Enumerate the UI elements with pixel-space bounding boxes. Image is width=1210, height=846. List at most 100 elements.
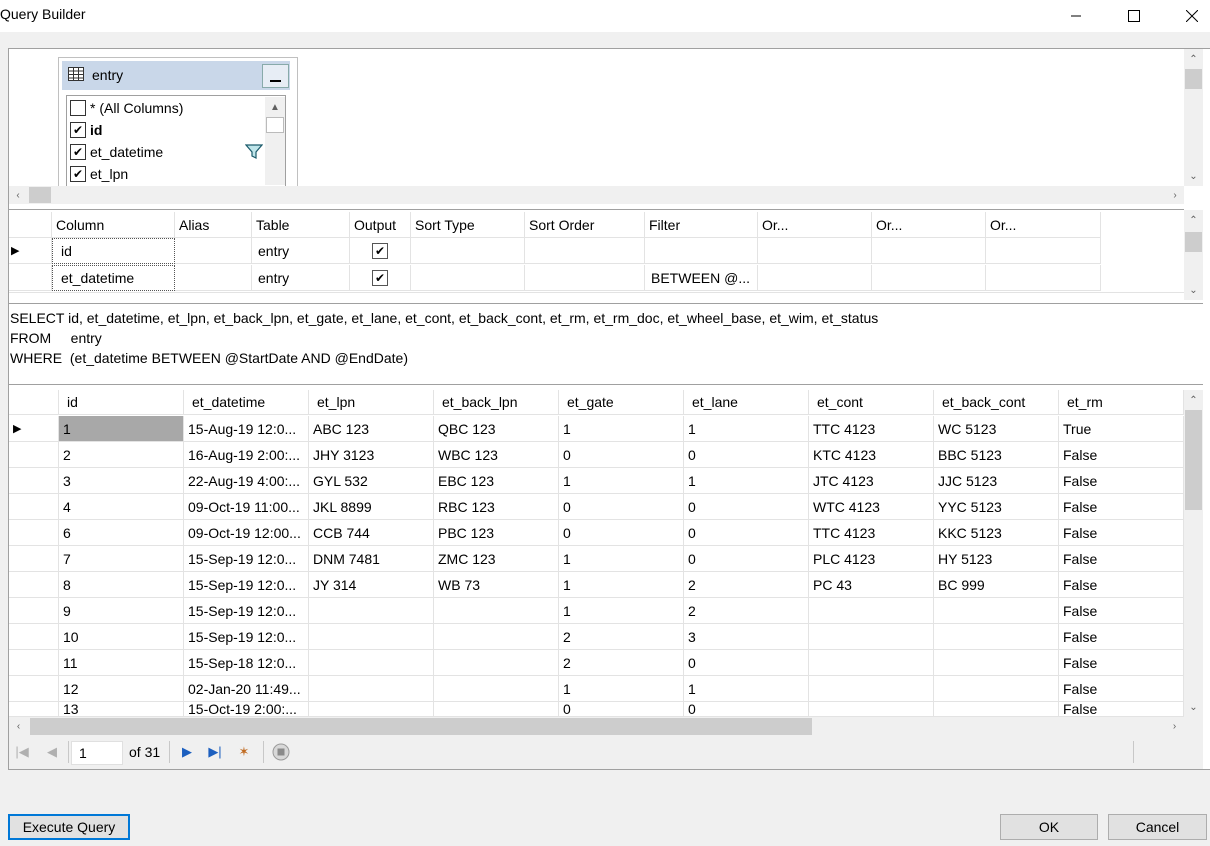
result-cell[interactable]: 2 [559,650,684,676]
results-column-header[interactable]: et_gate [559,390,684,415]
result-cell[interactable]: 15-Sep-19 12:0... [184,598,309,624]
cancel-button[interactable]: Cancel [1108,814,1207,840]
scroll-right-icon[interactable]: › [1166,186,1184,204]
results-row-selector[interactable] [9,468,59,494]
results-horizontal-scrollbar[interactable]: ‹ › [9,717,1203,736]
result-cell[interactable] [309,624,434,650]
result-cell[interactable]: False [1059,572,1184,598]
result-cell[interactable]: 0 [684,546,809,572]
scroll-left-icon[interactable]: ‹ [9,186,27,204]
results-vertical-scrollbar[interactable]: ⌃ ⌄ [1184,390,1203,717]
criteria-cell[interactable] [758,265,872,291]
diagram-horizontal-scrollbar[interactable]: ‹ › [9,186,1184,204]
result-cell[interactable]: 2 [684,598,809,624]
criteria-column-header[interactable]: Or... [758,212,872,238]
result-cell[interactable]: WBC 123 [434,442,559,468]
result-cell[interactable]: 6 [59,520,184,546]
results-column-header[interactable]: et_rm [1059,390,1184,415]
result-cell[interactable]: 2 [59,442,184,468]
scroll-down-icon[interactable]: ⌄ [1184,166,1203,186]
result-cell[interactable]: 0 [559,442,684,468]
criteria-cell[interactable] [175,265,252,291]
result-cell[interactable]: JKL 8899 [309,494,434,520]
result-cell[interactable]: 1 [559,598,684,624]
result-cell[interactable]: 1 [684,468,809,494]
result-cell[interactable] [809,702,934,717]
column-checkbox[interactable] [70,100,86,116]
result-cell[interactable]: ABC 123 [309,416,434,442]
scroll-thumb[interactable] [29,187,51,203]
criteria-column-header[interactable]: Alias [175,212,252,238]
result-cell[interactable]: PC 43 [809,572,934,598]
scroll-up-icon[interactable]: ▲ [265,97,285,117]
result-cell[interactable]: 2 [559,624,684,650]
criteria-cell[interactable] [411,238,525,264]
result-cell[interactable]: 11 [59,650,184,676]
result-cell[interactable] [934,650,1059,676]
result-cell[interactable]: KTC 4123 [809,442,934,468]
result-cell[interactable]: 1 [559,416,684,442]
result-cell[interactable] [934,624,1059,650]
column-checkbox[interactable]: ✔ [70,122,86,138]
result-cell[interactable]: 13 [59,702,184,717]
diagram-vertical-scrollbar[interactable]: ⌃ ⌄ [1184,49,1203,186]
result-cell[interactable]: 0 [559,494,684,520]
criteria-column-header[interactable]: Or... [986,212,1101,238]
result-cell[interactable]: 0 [684,702,809,717]
result-cell[interactable] [434,598,559,624]
result-cell[interactable]: False [1059,468,1184,494]
results-column-header[interactable]: id [59,390,184,415]
result-cell[interactable]: 15-Oct-19 2:00:... [184,702,309,717]
result-cell[interactable]: PBC 123 [434,520,559,546]
result-cell[interactable]: JHY 3123 [309,442,434,468]
results-column-header[interactable]: et_datetime [184,390,309,415]
result-cell[interactable]: 10 [59,624,184,650]
result-cell[interactable]: False [1059,624,1184,650]
column-list-item[interactable]: * (All Columns) [70,97,183,119]
criteria-cell[interactable] [411,265,525,291]
result-cell[interactable]: YYC 5123 [934,494,1059,520]
criteria-cell[interactable]: entry [252,265,350,291]
results-column-header[interactable]: et_lane [684,390,809,415]
result-cell[interactable]: 0 [684,494,809,520]
column-list-item[interactable]: ✔ et_datetime [70,141,163,163]
result-cell[interactable]: False [1059,650,1184,676]
result-cell[interactable]: 1 [59,416,184,442]
scroll-thumb[interactable] [266,117,284,133]
result-cell[interactable]: 7 [59,546,184,572]
results-row-selector[interactable] [9,546,59,572]
result-cell[interactable]: False [1059,676,1184,702]
result-cell[interactable]: 4 [59,494,184,520]
criteria-cell[interactable] [758,238,872,264]
result-cell[interactable]: WB 73 [434,572,559,598]
criteria-cell[interactable] [525,238,645,264]
result-cell[interactable]: 3 [59,468,184,494]
result-cell[interactable]: QBC 123 [434,416,559,442]
scroll-left-icon[interactable]: ‹ [9,717,28,736]
result-cell[interactable] [434,650,559,676]
new-record-button[interactable]: ✶ [234,742,254,762]
results-row-selector[interactable] [9,520,59,546]
result-cell[interactable]: KKC 5123 [934,520,1059,546]
result-cell[interactable]: 1 [559,572,684,598]
result-cell[interactable]: False [1059,546,1184,572]
criteria-column-header[interactable]: Column [52,212,175,238]
scroll-down-icon[interactable]: ⌄ [1184,280,1203,300]
result-cell[interactable]: BBC 5123 [934,442,1059,468]
result-cell[interactable] [434,676,559,702]
result-cell[interactable]: JJC 5123 [934,468,1059,494]
result-cell[interactable]: 02-Jan-20 11:49... [184,676,309,702]
results-row-selector[interactable] [9,494,59,520]
scroll-thumb[interactable] [30,718,812,735]
scroll-thumb[interactable] [1185,410,1202,510]
result-cell[interactable]: 8 [59,572,184,598]
result-cell[interactable] [809,650,934,676]
criteria-cell[interactable] [525,265,645,291]
scroll-up-icon[interactable]: ⌃ [1184,49,1203,69]
result-cell[interactable]: 15-Sep-19 12:0... [184,624,309,650]
result-cell[interactable]: 1 [559,468,684,494]
result-cell[interactable]: BC 999 [934,572,1059,598]
result-cell[interactable]: 15-Sep-18 12:0... [184,650,309,676]
next-record-button[interactable]: ▶ [177,742,197,762]
result-cell[interactable]: 1 [559,676,684,702]
